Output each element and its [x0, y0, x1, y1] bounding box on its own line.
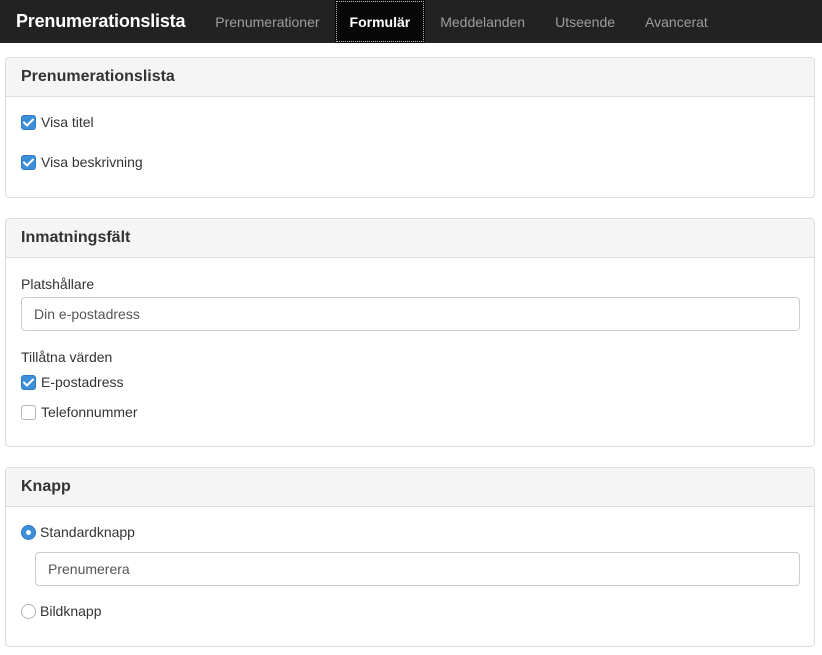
show-description-option[interactable]: Visa beskrivning: [21, 154, 143, 170]
radio-unselected-icon[interactable]: [21, 603, 36, 619]
tab-formular[interactable]: Formulär: [334, 0, 426, 43]
app-brand[interactable]: Prenumerationslista: [0, 0, 200, 43]
email-option[interactable]: E-postadress: [21, 374, 123, 390]
standard-button-label: Standardknapp: [40, 524, 135, 540]
checkbox-unchecked-icon[interactable]: [21, 404, 36, 420]
tab-prenumerationer[interactable]: Prenumerationer: [200, 0, 334, 43]
tab-meddelanden[interactable]: Meddelanden: [425, 0, 540, 43]
placeholder-label: Platshållare: [21, 276, 95, 292]
checkbox-checked-icon[interactable]: [21, 154, 36, 170]
radio-selected-icon[interactable]: [21, 524, 36, 540]
placeholder-input[interactable]: [21, 297, 800, 331]
allowed-values-label: Tillåtna värden: [21, 349, 113, 365]
image-button-label: Bildknapp: [40, 603, 102, 619]
top-navbar: Prenumerationslista Prenumerationer Form…: [0, 0, 822, 43]
panel-title: Prenumerationslista: [6, 58, 814, 97]
panel-title: Inmatningsfält: [6, 219, 814, 258]
tab-avancerat[interactable]: Avancerat: [630, 0, 723, 43]
button-text-input[interactable]: [35, 552, 800, 586]
show-title-option[interactable]: Visa titel: [21, 114, 94, 130]
checkbox-checked-icon[interactable]: [21, 114, 36, 130]
subscription-list-panel: Prenumerationslista Visa titel Visa besk…: [5, 57, 815, 198]
input-field-panel: Inmatningsfält Platshållare Tillåtna vär…: [5, 218, 815, 447]
show-title-label: Visa titel: [41, 114, 94, 130]
standard-button-option[interactable]: Standardknapp: [21, 524, 135, 540]
panel-title: Knapp: [6, 468, 814, 507]
email-label: E-postadress: [41, 374, 124, 390]
tab-utseende[interactable]: Utseende: [540, 0, 630, 43]
image-button-option[interactable]: Bildknapp: [21, 603, 102, 619]
checkbox-checked-icon[interactable]: [21, 374, 36, 390]
phone-label: Telefonnummer: [41, 404, 138, 420]
phone-option[interactable]: Telefonnummer: [21, 404, 138, 420]
button-panel: Knapp Standardknapp Bildknapp: [5, 467, 815, 647]
show-description-label: Visa beskrivning: [41, 154, 143, 170]
